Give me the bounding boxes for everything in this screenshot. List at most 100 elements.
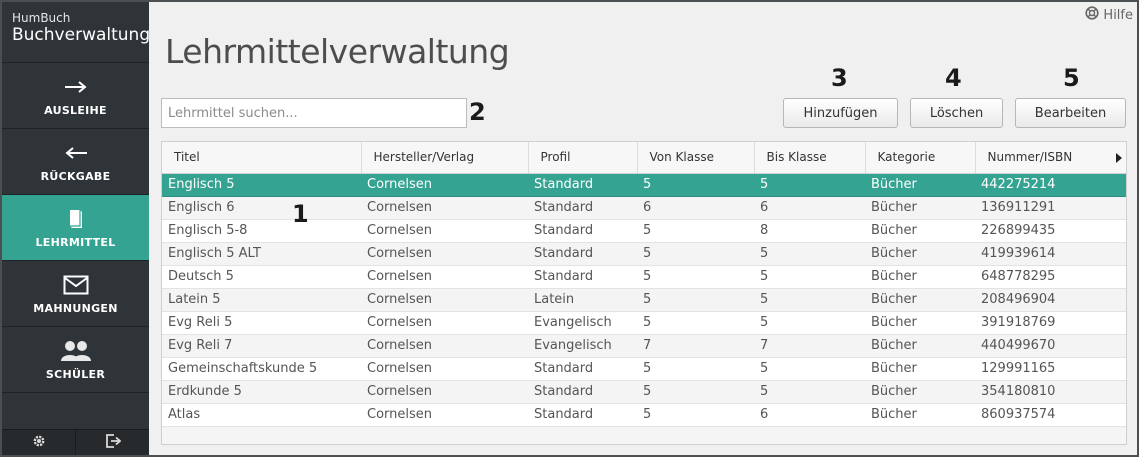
table-cell: Standard [528,219,637,243]
nav-item-lehrmittel[interactable]: LEHRMITTEL [2,195,149,261]
table-row[interactable]: Deutsch 5 Cornelsen Standard 5 5 Bücher 648778… [162,265,1126,289]
table-cell: 5 [637,380,754,404]
table-cell: 5 [754,357,865,381]
add-button[interactable]: Hinzufügen [783,98,898,128]
table-cell: 129991165 [975,357,1126,381]
table-row[interactable]: Gemeinschaftskunde 5 Cornelsen Standard 5 5 B… [162,357,1126,381]
table-cell: 7 [637,334,754,358]
annotation-label: 5 [1063,64,1080,92]
table-cell: Bücher [865,311,975,335]
table-cell: 5 [637,265,754,289]
annotation-label: 2 [469,98,486,126]
table-cell: Englisch 5 ALT [162,242,361,266]
table-cell: 5 [637,357,754,381]
table-row[interactable]: Englisch 5 Cornelsen Standard 5 5 Bücher 44227… [162,173,1126,197]
table-cell: 208496904 [975,288,1126,312]
nav-label: LEHRMITTEL [35,236,116,249]
users-icon [59,338,93,364]
table-header-row: Titel Hersteller/Verlag Profil Von Klass… [162,142,1126,174]
settings-button[interactable] [2,430,75,455]
nav-item-rueckgabe[interactable]: RÜCKGABE [2,129,149,195]
table-cell: 7 [754,334,865,358]
table-cell: Latein 5 [162,288,361,312]
arrow-right-icon [64,74,88,100]
table-cell: Cornelsen [361,242,528,266]
table-cell: 354180810 [975,380,1126,404]
table-cell: 5 [754,265,865,289]
table-cell: Latein [528,288,637,312]
column-header[interactable]: Nummer/ISBN [975,142,1126,174]
column-header[interactable]: Profil [528,142,638,174]
table-cell: Cornelsen [361,173,528,197]
logout-button[interactable] [75,430,149,455]
table-cell: Standard [528,196,637,220]
table-cell: 136911291 [975,196,1126,220]
help-link[interactable]: Hilfe [1085,6,1133,24]
table-cell: Bücher [865,242,975,266]
gear-icon [32,433,46,452]
scroll-right-icon[interactable] [1116,153,1122,163]
lifebuoy-icon [1085,6,1100,24]
table-cell: 5 [754,311,865,335]
logout-icon [105,433,121,452]
table-cell: 6 [754,403,865,427]
table-cell: Standard [528,242,637,266]
table-cell: Bücher [865,380,975,404]
table-cell: Bücher [865,288,975,312]
table-row[interactable]: Atlas Cornelsen Standard 5 6 Bücher 860937574 [162,403,1126,427]
table-cell: Cornelsen [361,265,528,289]
table-cell: Cornelsen [361,357,528,381]
table-row[interactable]: Latein 5 Cornelsen Latein 5 5 Bücher 208496904 [162,288,1126,312]
table-cell: Englisch 5-8 [162,219,361,243]
table-cell: 419939614 [975,242,1126,266]
column-header[interactable]: Kategorie [865,142,976,174]
table-cell: 5 [637,403,754,427]
table-cell: 8 [754,219,865,243]
nav-item-ausleihe[interactable]: AUSLEIHE [2,63,149,129]
arrow-left-icon [64,140,88,166]
edit-button[interactable]: Bearbeiten [1015,98,1126,128]
table-cell: 5 [637,288,754,312]
table-cell: Cornelsen [361,311,528,335]
table-row[interactable]: Englisch 5 ALT Cornelsen Standard 5 5 Bücher 4… [162,242,1126,266]
nav-item-schueler[interactable]: SCHÜLER [2,327,149,393]
column-header[interactable]: Bis Klasse [754,142,866,174]
table-cell: Deutsch 5 [162,265,361,289]
table-cell: Standard [528,380,637,404]
table-cell: 226899435 [975,219,1126,243]
sidebar: HumBuch Buchverwaltung AUSLEIHE RÜCKGABE… [2,2,150,455]
help-label: Hilfe [1103,7,1133,23]
table-cell: Standard [528,173,637,197]
table-cell: 648778295 [975,265,1126,289]
table-cell: Cornelsen [361,403,528,427]
table-cell: 5 [754,288,865,312]
brand: HumBuch Buchverwaltung [2,2,150,63]
table-row[interactable]: Evg Reli 7 Cornelsen Evangelisch 7 7 Bücher 44… [162,334,1126,358]
table-cell: 391918769 [975,311,1126,335]
column-header[interactable]: Von Klasse [637,142,755,174]
table-cell: 442275214 [975,173,1126,197]
table-cell: Englisch 6 [162,196,361,220]
table-cell: Standard [528,403,637,427]
brand-small: HumBuch [12,11,71,25]
table-row[interactable]: Erdkunde 5 Cornelsen Standard 5 5 Bücher 35418… [162,380,1126,404]
main-content: Hilfe Lehrmittelverwaltung 2 3 4 5 Hinzu… [149,2,1137,455]
annotation-label: 4 [945,64,962,92]
table-cell: Standard [528,357,637,381]
table-cell: 6 [637,196,754,220]
search-input[interactable] [161,98,467,128]
column-header[interactable]: Titel [162,142,362,174]
table-cell: Englisch 5 [162,173,361,197]
column-header[interactable]: Hersteller/Verlag [361,142,529,174]
table-cell: 440499670 [975,334,1126,358]
app-window: HumBuch Buchverwaltung AUSLEIHE RÜCKGABE… [2,2,1137,455]
nav-label: SCHÜLER [45,368,106,381]
table-row[interactable]: Evg Reli 5 Cornelsen Evangelisch 5 5 Bücher 39… [162,311,1126,335]
table-cell: Standard [528,265,637,289]
table-cell: Bücher [865,265,975,289]
delete-button[interactable]: Löschen [910,98,1003,128]
nav-item-mahnungen[interactable]: MAHNUNGEN [2,261,149,327]
table-cell: 5 [637,173,754,197]
table-cell: Bücher [865,357,975,381]
table-cell: Evg Reli 5 [162,311,361,335]
